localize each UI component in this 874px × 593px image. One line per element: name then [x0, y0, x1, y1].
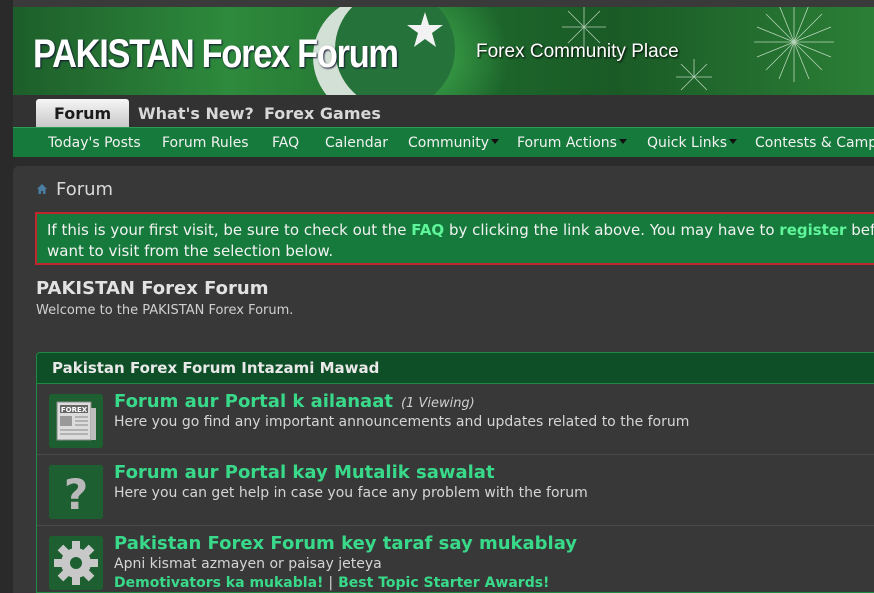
subforum-links: Demotivators ka mukabla! | Best Topic Star…: [114, 575, 549, 591]
forum-description: Here you can get help in case you face a…: [114, 485, 588, 501]
subforum-link[interactable]: Demotivators ka mukabla!: [114, 575, 323, 591]
nav-label: FAQ: [272, 135, 300, 151]
faq-link[interactable]: FAQ: [411, 221, 444, 239]
notice-line-1: If this is your first visit, be sure to …: [47, 220, 874, 241]
notice-text: If this is your first visit, be sure to …: [47, 221, 412, 239]
svg-text:?: ?: [64, 470, 88, 519]
chevron-down-icon: [491, 138, 500, 144]
breadcrumb-label: Forum: [56, 179, 114, 200]
forum-description: Welcome to the PAKISTAN Forex Forum.: [36, 303, 294, 318]
notice-text: by clicking the link above. You may have…: [444, 221, 780, 239]
nav-label: Forum Actions: [517, 135, 617, 151]
svg-text:FOREX: FOREX: [61, 406, 88, 414]
gear-icon: [49, 536, 103, 590]
newspaper-icon: FOREX: [49, 394, 103, 448]
forum-row: FOREX Forum aur Portal k ailanaat (1 View…: [37, 384, 874, 455]
site-tagline: Forex Community Place: [476, 41, 679, 62]
question-mark-icon: ?: [49, 465, 103, 519]
forum-row: Pakistan Forex Forum key taraf say mukab…: [37, 526, 874, 592]
register-link[interactable]: register: [779, 221, 846, 239]
nav-forum-rules[interactable]: Forum Rules: [162, 128, 249, 157]
nav-label: Forum Rules: [162, 135, 249, 151]
tab-forex-games[interactable]: Forex Games: [246, 99, 399, 127]
forum-title-text: Forum aur Portal k ailanaat: [114, 391, 393, 412]
site-logo[interactable]: PAKISTAN Forex Forum: [33, 32, 399, 77]
forum-category: Pakistan Forex Forum Intazami Mawad FORE…: [36, 352, 874, 593]
forum-link[interactable]: Forum aur Portal kay Mutalik sawalat: [114, 462, 495, 483]
notice-text: befo: [851, 221, 874, 239]
forum-title: PAKISTAN Forex Forum: [36, 278, 269, 299]
forum-link[interactable]: Forum aur Portal k ailanaat (1 Viewing): [114, 391, 475, 412]
nav-quick-links[interactable]: Quick Links: [647, 128, 738, 157]
welcome-notice: If this is your first visit, be sure to …: [35, 212, 874, 265]
subforum-link[interactable]: Best Topic Starter Awards!: [338, 575, 549, 591]
chevron-down-icon: [618, 138, 627, 144]
nav-label: Quick Links: [647, 135, 728, 151]
nav-label: Community: [408, 135, 490, 151]
viewing-count: (1 Viewing): [400, 396, 475, 411]
sub-navigation: Today's Posts Forum Rules FAQ Calendar C…: [13, 127, 874, 157]
nav-todays-posts[interactable]: Today's Posts: [48, 128, 141, 157]
forum-description: Here you go find any important announcem…: [114, 414, 690, 430]
nav-forum-actions[interactable]: Forum Actions: [517, 128, 627, 157]
forum-link[interactable]: Pakistan Forex Forum key taraf say mukab…: [114, 533, 577, 554]
notice-line-2: want to visit from the selection below.: [47, 242, 334, 260]
site-banner: PAKISTAN Forex Forum Forex Community Pla…: [13, 7, 874, 95]
tab-forum[interactable]: Forum: [36, 99, 130, 127]
nav-label: Today's Posts: [48, 135, 141, 151]
category-title[interactable]: Pakistan Forex Forum Intazami Mawad: [37, 353, 874, 384]
nav-contests[interactable]: Contests & Camp: [755, 128, 874, 157]
nav-label: Calendar: [325, 135, 388, 151]
home-icon[interactable]: [36, 183, 48, 195]
chevron-down-icon: [729, 138, 738, 144]
left-gutter: [0, 0, 13, 593]
main-content: Forum If this is your first visit, be su…: [13, 166, 874, 593]
nav-faq[interactable]: FAQ: [272, 128, 299, 157]
forum-description: Apni kismat azmayen or paisay jeteya: [114, 556, 382, 572]
main-tabs: Forum What's New? Forex Games: [13, 95, 874, 127]
forum-row: ? Forum aur Portal kay Mutalik sawalat H…: [37, 455, 874, 526]
breadcrumb: Forum: [36, 179, 113, 200]
flag-star: [407, 12, 443, 47]
nav-community[interactable]: Community: [408, 128, 500, 157]
nav-label: Contests & Camp: [755, 135, 874, 151]
top-strip: [0, 0, 874, 7]
separator: |: [328, 575, 334, 591]
nav-calendar[interactable]: Calendar: [325, 128, 388, 157]
